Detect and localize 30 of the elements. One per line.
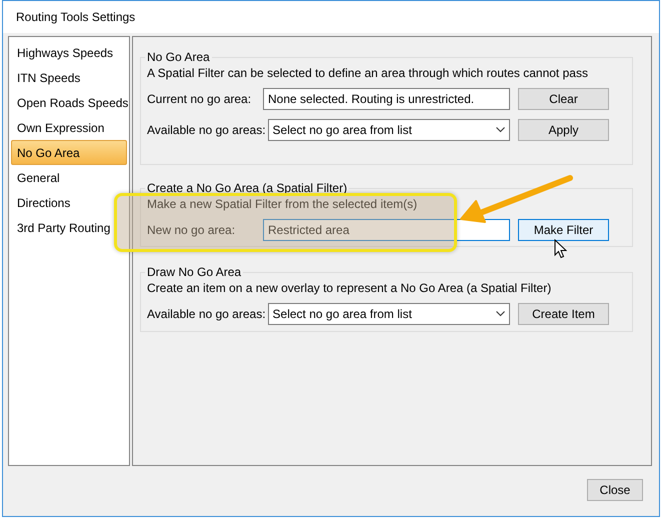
chevron-down-icon bbox=[496, 127, 505, 133]
group-title: No Go Area bbox=[146, 50, 211, 64]
description-text: Create an item on a new overlay to represent a No Go Area (a Spatial Filter) bbox=[147, 281, 552, 296]
sidebar-item[interactable]: Directions bbox=[11, 190, 127, 215]
close-button[interactable]: Close bbox=[587, 479, 643, 501]
field-label: New no go area: bbox=[147, 223, 236, 237]
description-text: A Spatial Filter can be selected to define an area through which routes cannot pass bbox=[147, 66, 589, 81]
sidebar-item[interactable]: 3rd Party Routing bbox=[11, 215, 127, 240]
field-label: Available no go areas: bbox=[147, 123, 267, 137]
cursor-icon bbox=[554, 239, 567, 259]
action-button[interactable]: Create Item bbox=[518, 303, 609, 325]
sidebar-item[interactable]: No Go Area bbox=[11, 140, 127, 165]
action-button[interactable]: Apply bbox=[518, 119, 609, 141]
field-label: Available no go areas: bbox=[147, 307, 267, 321]
chevron-down-icon bbox=[496, 311, 505, 317]
action-button[interactable]: Clear bbox=[518, 88, 609, 110]
group-title: Draw No Go Area bbox=[146, 265, 242, 279]
sidebar-item[interactable]: ITN Speeds bbox=[11, 65, 127, 90]
field-label: Current no go area: bbox=[147, 92, 252, 106]
sidebar-item[interactable]: Own Expression bbox=[11, 115, 127, 140]
input-field[interactable]: Restricted area bbox=[263, 219, 510, 241]
window-title: Routing Tools Settings bbox=[3, 1, 659, 33]
dropdown-field[interactable]: Select no go area from list bbox=[268, 303, 510, 325]
input-field[interactable]: None selected. Routing is unrestricted. bbox=[263, 88, 510, 110]
sidebar-item[interactable]: Highways Speeds bbox=[11, 40, 127, 65]
action-button[interactable]: Make Filter bbox=[518, 219, 609, 241]
dropdown-field[interactable]: Select no go area from list bbox=[268, 119, 510, 141]
sidebar-item[interactable]: Open Roads Speeds bbox=[11, 90, 127, 115]
sidebar-item[interactable]: General bbox=[11, 165, 127, 190]
description-text: Make a new Spatial Filter from the selected item(s) bbox=[147, 197, 418, 212]
